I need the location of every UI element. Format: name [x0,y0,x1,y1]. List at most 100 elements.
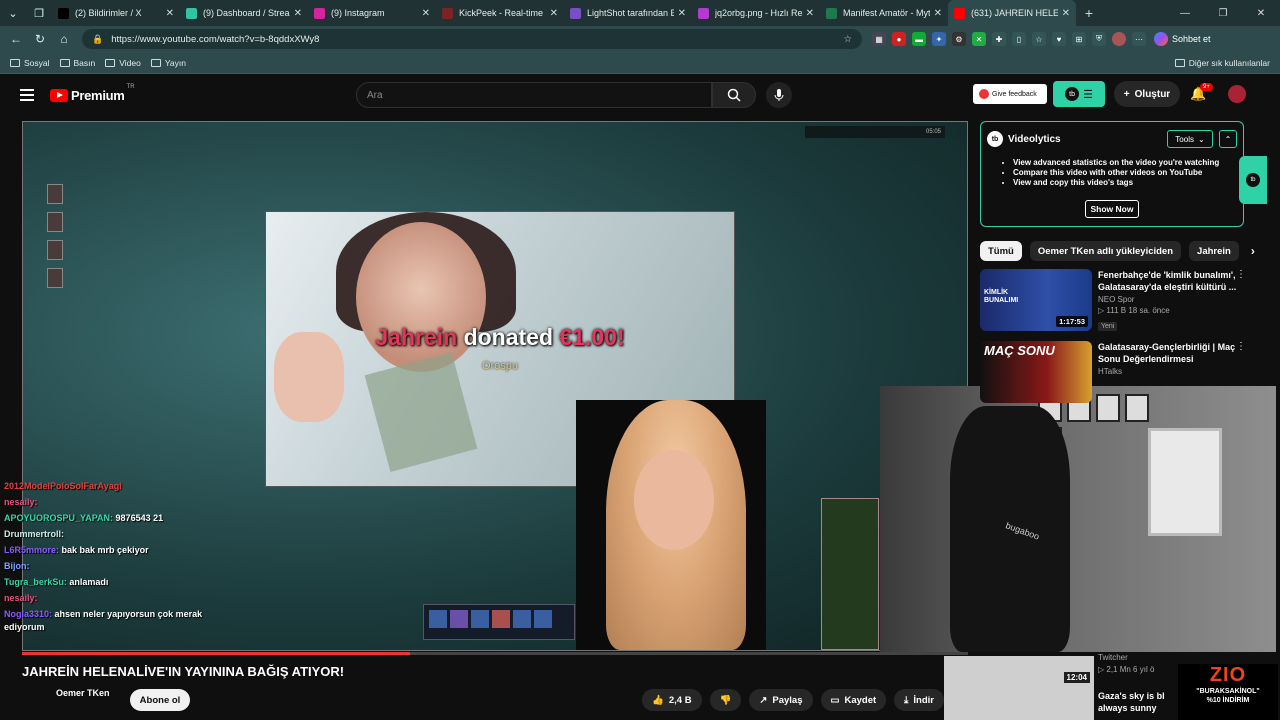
tab-6[interactable]: Manifest Amatör - Mythos ✕ [820,0,948,26]
chat-username: Drummertroll: [4,529,65,539]
more-options-icon[interactable]: ⋮ [1236,341,1246,352]
channel-name[interactable]: HTalks [1098,367,1246,376]
tab-1[interactable]: (9) Dashboard / Streamlabs ✕ [180,0,308,26]
download-icon: ⤓ [904,694,909,706]
tab-menu-icon[interactable]: ⌄ [0,0,26,26]
collapse-panel-button[interactable]: ⌃ [1219,130,1237,148]
url-bar[interactable]: 🔒 https://www.youtube.com/watch?v=b-8qdd… [82,29,862,49]
puzzle-icon[interactable]: ✚ [992,32,1006,46]
home-icon[interactable]: ⌂ [52,32,76,46]
bookmark-folder[interactable]: Sosyal [10,58,50,68]
video-title[interactable]: Fenerbahçe'de 'kimlik bunalımı', Galatas… [1098,269,1246,293]
search-icon [727,88,741,102]
more-options-icon[interactable]: ⋮ [1236,269,1246,280]
tab-2[interactable]: (9) Instagram ✕ [308,0,436,26]
videolytics-toggle-button[interactable]: tb ☰ [1053,81,1105,107]
hamburger-menu-icon[interactable] [20,89,34,101]
tab-0[interactable]: (2) Bildirimler / X ✕ [52,0,180,26]
copilot-chat-button[interactable]: Sohbet et [1154,32,1211,46]
create-button[interactable]: + Oluştur [1114,81,1180,107]
tools-dropdown[interactable]: Tools ⌄ [1167,130,1213,148]
download-button[interactable]: ⤓ İndir [894,689,944,711]
next-video-title[interactable]: Gaza's sky is bl always sunny [1098,690,1176,714]
thumbs-down-icon: 👎 [719,694,732,706]
extension-icon[interactable]: ▦ [872,32,886,46]
close-tab-icon[interactable]: ✕ [294,8,302,19]
favorite-star-icon[interactable]: ☆ [843,34,852,45]
subscribe-button[interactable]: Abone ol [130,689,190,711]
chat-message: APOYUOROSPU_YAPAN: 9876543 21 [4,512,244,525]
close-tab-icon[interactable]: ✕ [806,8,814,19]
extension-icon[interactable]: ⚙ [952,32,966,46]
tab-favicon [58,7,69,19]
show-now-button[interactable]: Show Now [1085,200,1139,218]
video-title[interactable]: Galatasaray-Gençlerbirliği | Maç Sonu De… [1098,341,1246,365]
close-tab-icon[interactable]: ✕ [166,8,174,19]
tab-7[interactable]: (631) JAHREIN HELENALİVE ✕ [948,0,1076,26]
extension-icon[interactable]: ▬ [912,32,926,46]
filter-chip[interactable]: Jahrein [1189,241,1239,261]
bookmark-folder[interactable]: Yayın [150,58,186,68]
video-thumbnail[interactable]: KİMLİK BUNALIMI 1:17:53 [980,269,1092,331]
channel-name[interactable]: Oemer TKen [56,688,110,698]
split-view-icon[interactable]: ▯ [1012,32,1026,46]
minimize-button[interactable]: — [1166,8,1204,19]
tab-favicon [570,7,581,19]
browser-tab-bar: ⌄ ❐ (2) Bildirimler / X ✕ (9) Dashboard / … [0,0,1280,26]
workspaces-icon[interactable]: ❐ [26,0,52,26]
videolytics-features: View advanced statistics on the video yo… [1013,158,1243,188]
chat-text: anlamadı [69,577,109,587]
recommended-video[interactable]: MAÇ SONU Galatasaray-Gençlerbirliği | Ma… [980,341,1246,403]
close-tab-icon[interactable]: ✕ [934,8,942,19]
filter-chip[interactable]: Oemer TKen adlı yükleyiciden [1029,241,1182,261]
maximize-button[interactable]: ❐ [1204,8,1242,19]
back-icon[interactable]: ← [4,32,28,46]
other-favorites[interactable]: Diğer sık kullanılanlar [1174,58,1270,68]
close-tab-icon[interactable]: ✕ [1062,8,1070,19]
next-video-info[interactable]: Twitcher ▷ 2,1 Mn 6 yıl ö [1098,652,1154,676]
extension-icon[interactable]: ● [892,32,906,46]
tab-3[interactable]: KickPeek - Real-time URL C ✕ [436,0,564,26]
video-progress-bar[interactable] [22,652,968,655]
collections-icon[interactable]: ☆ [1032,32,1046,46]
close-tab-icon[interactable]: ✕ [422,8,430,19]
chevron-right-icon[interactable]: › [1251,244,1255,258]
bookmark-folder[interactable]: Video [105,58,141,68]
youtube-logo[interactable]: Premium TR [50,84,135,103]
new-tab-button[interactable]: + [1076,5,1102,21]
extensions: ▦ ● ▬ ✦ ⚙ ✕ ✚ ▯ ☆ ♥ ⊞ ⛨ ⋯ [872,32,1146,46]
extension-icon[interactable]: ✦ [932,32,946,46]
extension-icon[interactable]: ♥ [1052,32,1066,46]
extension-icon[interactable]: ⛨ [1092,32,1106,46]
save-button[interactable]: ▭ Kaydet [820,689,887,711]
dislike-button[interactable]: 👎 [709,689,742,711]
search-button[interactable] [712,82,756,108]
extension-icon[interactable]: ✕ [972,32,986,46]
recommended-video[interactable]: KİMLİK BUNALIMI 1:17:53 Fenerbahçe'de 'k… [980,269,1246,333]
chat-text: bak bak mrb çekiyor [61,545,149,555]
next-video-thumbnail[interactable]: 12:04 [944,656,1094,720]
filter-chip[interactable]: Tümü [980,241,1022,261]
tab-4[interactable]: LightShot tarafından Ekran ✕ [564,0,692,26]
more-menu-icon[interactable]: ⋯ [1132,32,1146,46]
videolytics-panel: tb Videolytics Tools ⌄ ⌃ View advanced s… [980,121,1244,227]
like-button[interactable]: 👍 2,4 B [642,689,702,711]
profile-avatar[interactable] [1112,32,1126,46]
give-feedback-button[interactable]: Give feedback [973,84,1047,104]
close-tab-icon[interactable]: ✕ [550,8,558,19]
tab-label: Manifest Amatör - Mythos [843,8,930,18]
account-avatar[interactable] [1228,85,1246,103]
extension-icon[interactable]: ⊞ [1072,32,1086,46]
channel-name[interactable]: NEO Spor [1098,295,1246,304]
videolytics-side-tab[interactable]: tb [1239,156,1267,204]
video-thumbnail[interactable]: MAÇ SONU [980,341,1092,403]
new-badge: Yeni [1098,322,1118,331]
share-button[interactable]: ↗ Paylaş [749,689,813,711]
search-input[interactable]: Ara [356,82,712,108]
reload-icon[interactable]: ↻ [28,32,52,46]
tab-5[interactable]: jq2orbg.png - Hızlı Resim ✕ [692,0,820,26]
close-tab-icon[interactable]: ✕ [678,8,686,19]
voice-search-button[interactable] [766,82,792,108]
close-window-button[interactable]: ✕ [1242,8,1280,19]
bookmark-folder[interactable]: Basın [59,58,95,68]
